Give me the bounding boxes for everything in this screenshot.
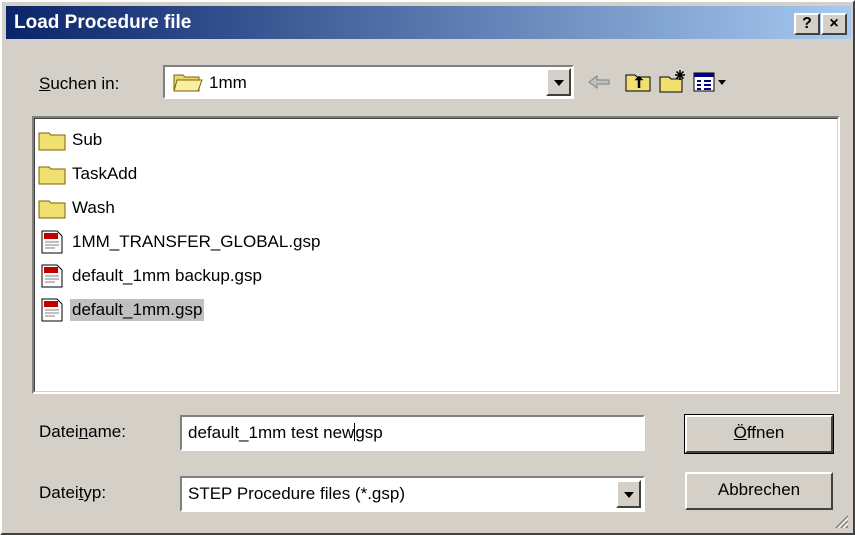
file-item-transfer-global[interactable]: 1MM_TRANSFER_GLOBAL.gsp [38, 227, 322, 257]
resize-grip-icon[interactable] [833, 513, 849, 529]
window-title: Load Procedure file [14, 12, 192, 33]
open-folder-icon [173, 74, 203, 92]
filename-label: Dateiname: [39, 422, 126, 441]
doc-file-icon [41, 230, 63, 254]
filetype-select[interactable]: STEP Procedure files (*.gsp) [180, 476, 645, 512]
lookin-combo[interactable]: 1mm [163, 65, 574, 99]
file-item-default[interactable]: default_1mm.gsp [38, 295, 205, 325]
folder-item-taskadd[interactable]: TaskAdd [38, 159, 139, 189]
new-folder-icon[interactable] [658, 69, 686, 95]
filetype-label: Dateityp: [39, 483, 107, 502]
up-folder-icon[interactable] [624, 69, 652, 95]
doc-file-icon [41, 298, 63, 322]
view-menu-icon[interactable] [692, 69, 728, 95]
lookin-dropdown-button[interactable] [546, 68, 571, 96]
file-item-default-backup[interactable]: default_1mm backup.gsp [38, 261, 264, 291]
folder-icon [38, 200, 66, 219]
load-procedure-dialog: Load Procedure file ? × Suchen in: 1mm S… [0, 0, 855, 535]
filetype-dropdown-button[interactable] [616, 480, 641, 508]
lookin-label: Suchen in: [39, 74, 120, 93]
close-button[interactable]: × [821, 13, 847, 35]
cancel-button[interactable]: Abbrechen [685, 472, 833, 510]
folder-item-sub[interactable]: Sub [38, 125, 104, 155]
title-bar[interactable]: Load Procedure file ? × [6, 6, 851, 39]
folder-icon [38, 132, 66, 151]
back-arrow-icon[interactable] [585, 69, 613, 95]
open-button[interactable]: Öffnen [684, 414, 834, 454]
filename-input[interactable]: default_1mm test newgsp [180, 415, 645, 451]
doc-file-icon [41, 264, 63, 288]
file-list[interactable]: Sub TaskAdd Wash 1MM_TRANSFER_GLOBAL.gsp [32, 116, 840, 394]
help-button[interactable]: ? [794, 13, 820, 35]
folder-icon [38, 166, 66, 185]
lookin-value: 1mm [209, 73, 247, 92]
folder-item-wash[interactable]: Wash [38, 193, 117, 223]
